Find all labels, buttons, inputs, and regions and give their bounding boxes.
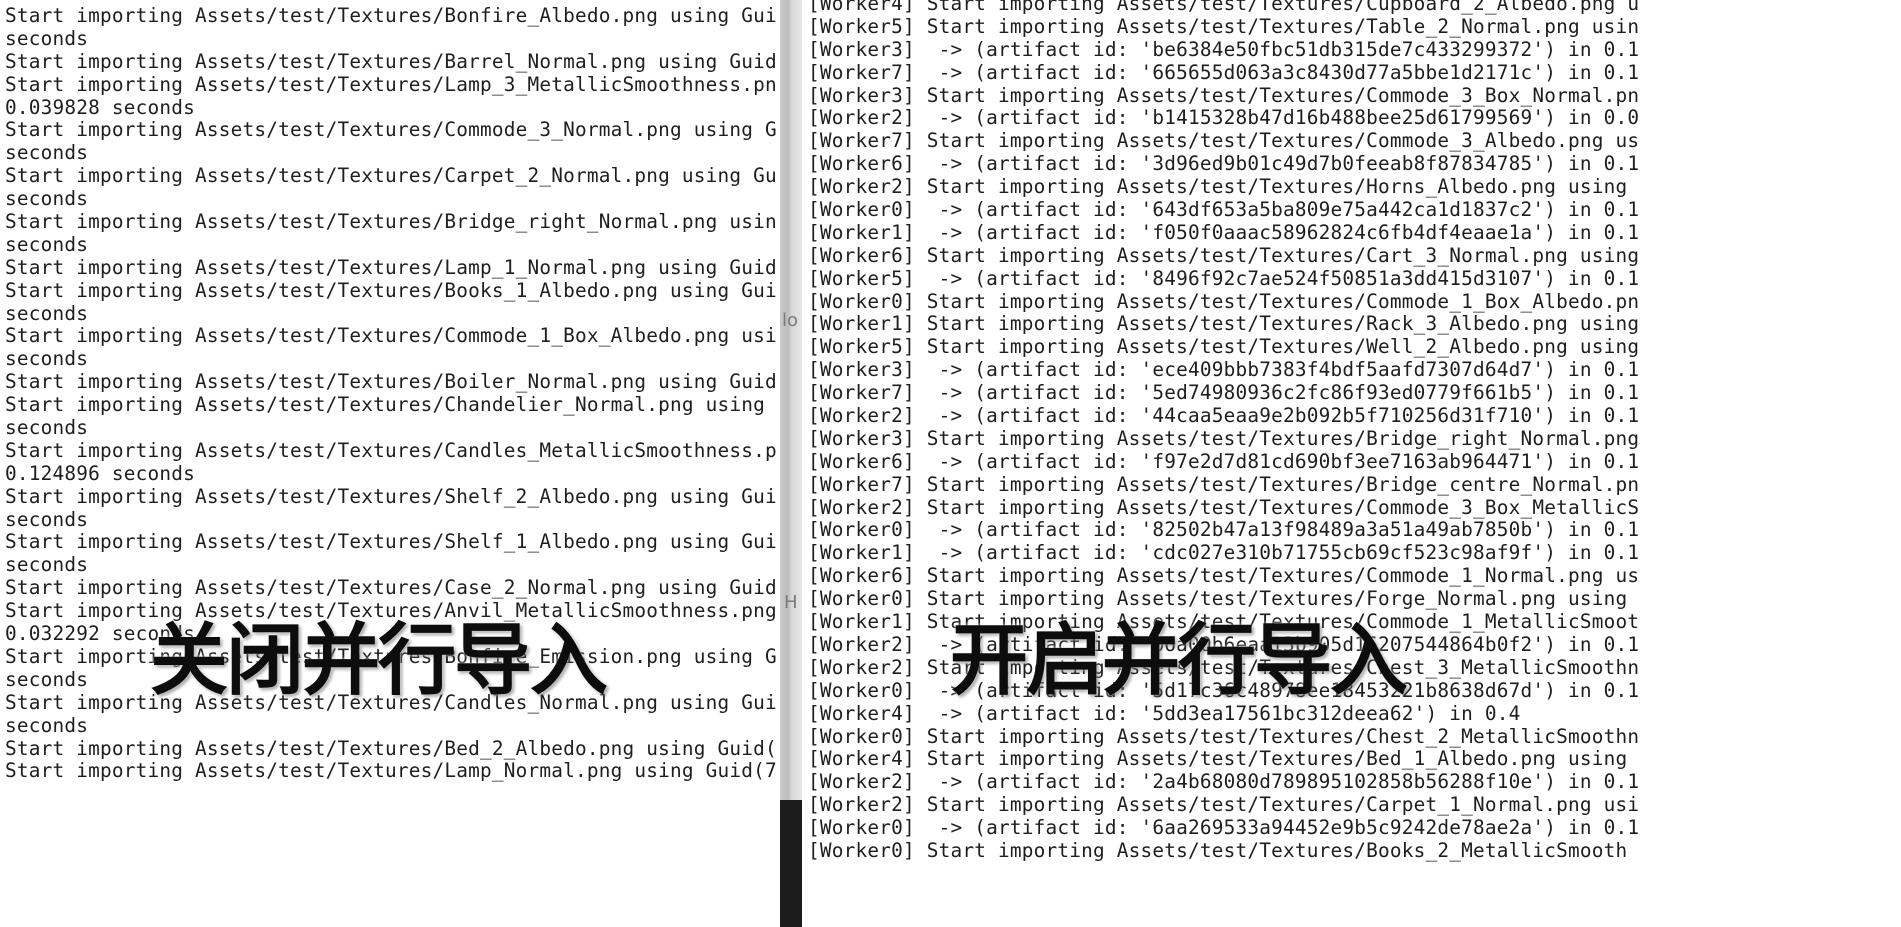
caption-parallel-import-off: 关闭并行导入 <box>150 616 608 706</box>
log-line: Start importing Assets/test/Textures/Can… <box>5 438 777 462</box>
window-divider-dark-section <box>780 800 802 927</box>
log-line: Start importing Assets/test/Textures/Lam… <box>5 759 777 783</box>
log-line: [Worker3] -> (artifact id: 'ece409bbb738… <box>808 358 1640 382</box>
log-line: Start importing Assets/test/Textures/She… <box>5 530 777 554</box>
log-line: [Worker7] -> (artifact id: '665655d063a3… <box>808 60 1640 84</box>
caption-parallel-import-on: 开启并行导入 <box>950 616 1408 706</box>
log-line: [Worker0] Start importing Assets/test/Te… <box>808 838 1628 862</box>
log-line: [Worker2] -> (artifact id: '2a4b68080d78… <box>808 770 1640 794</box>
log-line: seconds <box>5 187 89 211</box>
log-line: [Worker6] -> (artifact id: 'f97e2d7d81cd… <box>808 449 1640 473</box>
log-line: [Worker5] Start importing Assets/test/Te… <box>808 14 1640 38</box>
log-line: [Worker0] -> (artifact id: '6aa269533a94… <box>808 816 1640 840</box>
log-line: seconds <box>5 347 89 371</box>
log-line: [Worker3] Start importing Assets/test/Te… <box>808 426 1640 450</box>
log-line: seconds <box>5 553 89 577</box>
log-line: 0.124896 seconds <box>5 461 195 485</box>
log-line: [Worker2] Start importing Assets/test/Te… <box>808 495 1640 519</box>
log-line: [Worker5] -> (artifact id: '8496f92c7ae5… <box>808 266 1640 290</box>
log-line: Start importing Assets/test/Textures/Com… <box>5 118 777 142</box>
log-line: [Worker0] -> (artifact id: '643df653a5ba… <box>808 198 1640 222</box>
log-line: [Worker7] Start importing Assets/test/Te… <box>808 472 1640 496</box>
log-line: [Worker6] Start importing Assets/test/Te… <box>808 243 1640 267</box>
log-line: 0.039828 seconds <box>5 95 195 119</box>
log-line: [Worker2] -> (artifact id: '44caa5eaa9e2… <box>808 404 1640 428</box>
log-line: Start importing Assets/test/Textures/She… <box>5 484 777 508</box>
log-line: [Worker1] -> (artifact id: 'cdc027e310b7… <box>808 541 1640 565</box>
log-line: [Worker4] Start importing Assets/test/Te… <box>808 747 1640 771</box>
log-line: [Worker3] Start importing Assets/test/Te… <box>808 83 1640 107</box>
log-line: [Worker0] Start importing Assets/test/Te… <box>808 289 1640 313</box>
log-line: [Worker2] -> (artifact id: 'b1415328b47d… <box>808 106 1640 130</box>
log-line: [Worker1] -> (artifact id: 'f050f0aaac58… <box>808 220 1640 244</box>
log-line: [Worker2] Start importing Assets/test/Te… <box>808 793 1640 817</box>
log-line: [Worker5] Start importing Assets/test/Te… <box>808 335 1640 359</box>
right-console-log: [Worker4] Start importing Assets/test/Te… <box>808 0 1901 863</box>
right-console-pane: [Worker4] Start importing Assets/test/Te… <box>802 0 1901 927</box>
window-divider <box>780 0 802 927</box>
log-line: [Worker0] -> (artifact id: '82502b47a13f… <box>808 518 1640 542</box>
log-line: [Worker4] Start importing Assets/test/Te… <box>808 0 1640 15</box>
log-line: [Worker7] -> (artifact id: '5ed74980936c… <box>808 381 1640 405</box>
log-line: seconds <box>5 301 89 325</box>
log-line: seconds <box>5 232 89 256</box>
log-line: seconds <box>5 713 89 737</box>
log-line: Start importing Assets/test/Textures/Car… <box>5 164 777 188</box>
log-line: [Worker6] Start importing Assets/test/Te… <box>808 564 1640 588</box>
log-line: seconds <box>5 141 89 165</box>
background-window-text: lo <box>782 310 799 331</box>
log-line: Start importing Assets/test/Textures/Lam… <box>5 255 777 279</box>
log-line: Start importing Assets/test/Textures/Cas… <box>5 576 777 600</box>
log-line: Start importing Assets/test/Textures/Bri… <box>5 210 777 234</box>
log-line: seconds <box>5 26 89 50</box>
log-line: Start importing Assets/test/Textures/Bon… <box>5 4 777 27</box>
log-line: [Worker4] -> (artifact id: '5dd3ea17561b… <box>808 701 1521 725</box>
background-window-text: H <box>784 592 798 613</box>
log-line: Start importing Assets/test/Textures/Lam… <box>5 72 777 96</box>
log-line: seconds <box>5 416 89 440</box>
log-line: seconds <box>5 507 89 531</box>
log-line: [Worker0] Start importing Assets/test/Te… <box>808 587 1640 611</box>
log-line: Start importing Assets/test/Textures/Boi… <box>5 370 777 394</box>
log-line: [Worker1] Start importing Assets/test/Te… <box>808 312 1640 336</box>
log-line: Start importing Assets/test/Textures/Boo… <box>5 278 777 302</box>
log-line: [Worker6] -> (artifact id: '3d96ed9b01c4… <box>808 152 1640 176</box>
log-line: Start importing Assets/test/Textures/Cha… <box>5 393 777 417</box>
log-line: [Worker7] Start importing Assets/test/Te… <box>808 129 1640 153</box>
log-line: Start importing Assets/test/Textures/Bar… <box>5 49 777 73</box>
log-line: Start importing Assets/test/Textures/Bed… <box>5 736 777 760</box>
log-line: Start importing Assets/test/Textures/Com… <box>5 324 777 348</box>
log-line: [Worker0] Start importing Assets/test/Te… <box>808 724 1640 748</box>
left-console-pane: Start importing Assets/test/Textures/Bon… <box>0 0 780 927</box>
log-line: [Worker2] Start importing Assets/test/Te… <box>808 175 1640 199</box>
log-line: [Worker3] -> (artifact id: 'be6384e50fbc… <box>808 37 1640 61</box>
